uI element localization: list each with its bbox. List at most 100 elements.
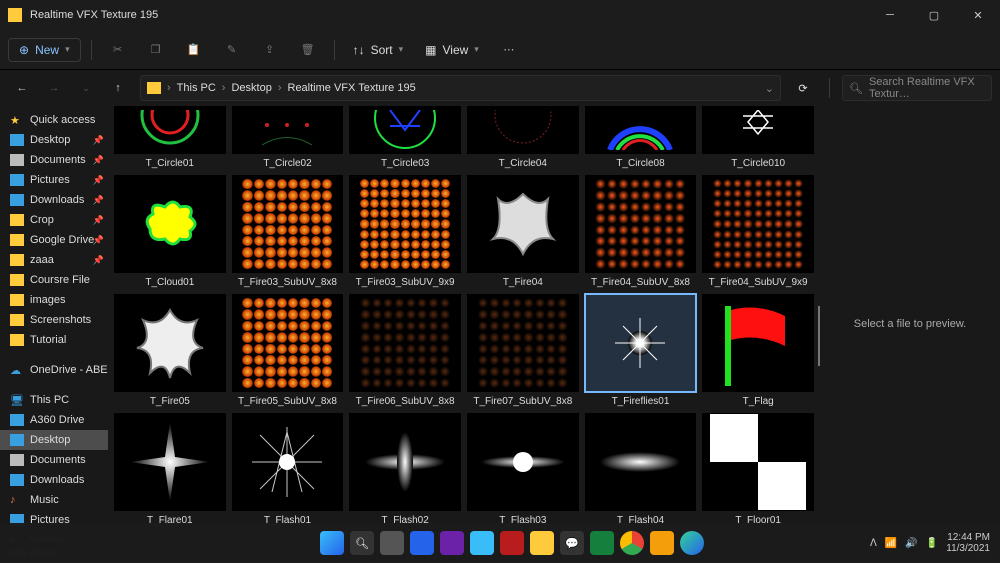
breadcrumb-seg[interactable]: This PC (177, 82, 216, 94)
sidebar-item-course[interactable]: Coursre File (0, 270, 108, 290)
file-item[interactable]: T_Circle010 (702, 106, 814, 169)
sidebar-label: Desktop (30, 134, 70, 146)
sidebar-item-desktop-pc[interactable]: Desktop (0, 430, 108, 450)
wifi-icon[interactable]: 📶 (885, 538, 897, 549)
pictures-icon (10, 174, 24, 186)
taskbar-app[interactable] (650, 531, 674, 555)
share-button[interactable]: ⇪ (254, 34, 286, 66)
clock[interactable]: 12:44 PM 11/3/2021 (946, 532, 990, 554)
paste-button[interactable]: 📋 (178, 34, 210, 66)
battery-icon[interactable]: 🔋 (926, 538, 938, 549)
file-grid[interactable]: T_Circle01 T_Circle02 T_Circle03 T_Circl… (108, 106, 820, 542)
delete-button[interactable]: 🗑 (292, 34, 324, 66)
sidebar-item-zaaa[interactable]: zaaa📌 (0, 250, 108, 270)
cut-button[interactable]: ✂ (102, 34, 134, 66)
search-input[interactable]: 🔍︎ Search Realtime VFX Textur… (842, 75, 992, 101)
tray-chevron-icon[interactable]: ᐱ (870, 538, 877, 549)
sidebar-item-tutorial[interactable]: Tutorial (0, 330, 108, 350)
volume-icon[interactable]: 🔊 (905, 538, 917, 549)
file-item[interactable]: T_Fire04_SubUV_8x8 (585, 175, 697, 288)
taskbar-app[interactable] (590, 531, 614, 555)
file-item[interactable]: T_Circle08 (585, 106, 697, 169)
folder-icon (10, 274, 24, 286)
sidebar-item-onedrive[interactable]: ☁OneDrive - ABES (0, 360, 108, 380)
file-item[interactable]: T_Flag (702, 294, 814, 407)
taskbar-chrome[interactable] (620, 531, 644, 555)
file-item[interactable]: T_Floor01 (702, 413, 814, 526)
pin-icon: 📌 (93, 155, 104, 166)
sidebar-item-images[interactable]: images (0, 290, 108, 310)
file-item[interactable]: T_Circle03 (349, 106, 461, 169)
taskbar-explorer[interactable] (530, 531, 554, 555)
system-tray[interactable]: ᐱ 📶 🔊 🔋 12:44 PM 11/3/2021 (870, 532, 1000, 554)
sidebar-label: Downloads (30, 474, 84, 486)
file-label: T_Fire04_SubUV_8x8 (591, 277, 690, 288)
view-button[interactable]: ▦ View ▾ (417, 39, 487, 61)
sidebar-item-gdrive[interactable]: Google Drive📌 (0, 230, 108, 250)
file-item[interactable]: T_Fire04_SubUV_9x9 (702, 175, 814, 288)
new-button[interactable]: ⊕ New ▾ (8, 38, 81, 62)
start-button[interactable] (320, 531, 344, 555)
copy-button[interactable]: ❐ (140, 34, 172, 66)
sort-button[interactable]: ↑↓ Sort ▾ (345, 39, 412, 61)
thumbnail (595, 179, 685, 269)
back-button[interactable]: ← (8, 74, 36, 102)
file-item[interactable]: T_Circle01 (114, 106, 226, 169)
sidebar-item-a360[interactable]: A360 Drive (0, 410, 108, 430)
sidebar-label: Google Drive (30, 234, 94, 246)
file-item[interactable]: T_Fire05 (114, 294, 226, 407)
sidebar-item-documents-pc[interactable]: Documents (0, 450, 108, 470)
file-item[interactable]: T_Flash04 (585, 413, 697, 526)
refresh-button[interactable]: ⟳ (789, 74, 817, 102)
sidebar-item-downloads[interactable]: Downloads📌 (0, 190, 108, 210)
sidebar-item-music[interactable]: ♪Music (0, 490, 108, 510)
file-item[interactable]: T_Fire06_SubUV_8x8 (349, 294, 461, 407)
sidebar-item-downloads-pc[interactable]: Downloads (0, 470, 108, 490)
more-button[interactable]: ⋯ (493, 34, 525, 66)
breadcrumb[interactable]: › This PC › Desktop › Realtime VFX Textu… (140, 75, 781, 101)
scrollbar[interactable] (818, 306, 820, 366)
file-item[interactable]: T_Flash03 (467, 413, 579, 526)
search-button[interactable]: 🔍︎ (350, 531, 374, 555)
file-item[interactable]: T_Fire03_SubUV_9x9 (349, 175, 461, 288)
pin-icon: 📌 (93, 195, 104, 206)
separator (91, 40, 92, 60)
breadcrumb-seg[interactable]: Desktop (231, 82, 271, 94)
up-button[interactable]: ↑ (104, 74, 132, 102)
file-item[interactable]: T_Fire05_SubUV_8x8 (232, 294, 344, 407)
recent-button[interactable]: ⌄ (72, 74, 100, 102)
sidebar-item-thispc[interactable]: 🖥This PC (0, 390, 108, 410)
file-item[interactable]: T_Fireflies01 (585, 294, 697, 407)
close-button[interactable]: ✕ (956, 0, 1000, 30)
forward-button[interactable]: → (40, 74, 68, 102)
chevron-down-icon[interactable]: ⌄ (765, 82, 774, 95)
minimize-button[interactable]: ─ (868, 0, 912, 30)
taskbar-app[interactable] (440, 531, 464, 555)
taskview-button[interactable] (380, 531, 404, 555)
file-item[interactable]: T_Flash01 (232, 413, 344, 526)
file-item[interactable]: T_Circle04 (467, 106, 579, 169)
file-item[interactable]: T_Cloud01 (114, 175, 226, 288)
desktop-icon (10, 134, 24, 146)
file-item[interactable]: T_Fire07_SubUV_8x8 (467, 294, 579, 407)
taskbar-app[interactable] (500, 531, 524, 555)
breadcrumb-seg[interactable]: Realtime VFX Texture 195 (288, 82, 416, 94)
sidebar-item-pictures[interactable]: Pictures📌 (0, 170, 108, 190)
file-item[interactable]: T_Fire04 (467, 175, 579, 288)
file-item[interactable]: T_Circle02 (232, 106, 344, 169)
sidebar-item-documents[interactable]: Documents📌 (0, 150, 108, 170)
taskbar-app[interactable] (410, 531, 434, 555)
file-item[interactable]: T_Fire03_SubUV_8x8 (232, 175, 344, 288)
sidebar-item-desktop[interactable]: Desktop📌 (0, 130, 108, 150)
maximize-button[interactable]: ▢ (912, 0, 956, 30)
taskbar-app[interactable] (470, 531, 494, 555)
taskbar-app[interactable]: 💬 (560, 531, 584, 555)
sidebar-item-crop[interactable]: Crop📌 (0, 210, 108, 230)
file-item[interactable]: T_Flare01 (114, 413, 226, 526)
rename-button[interactable]: ✎ (216, 34, 248, 66)
taskbar-edge[interactable] (680, 531, 704, 555)
sidebar-item-screenshots[interactable]: Screenshots (0, 310, 108, 330)
sidebar-item-quick[interactable]: ★Quick access (0, 110, 108, 130)
file-item[interactable]: T_Flash02 (349, 413, 461, 526)
chevron-down-icon: ▾ (65, 44, 70, 55)
